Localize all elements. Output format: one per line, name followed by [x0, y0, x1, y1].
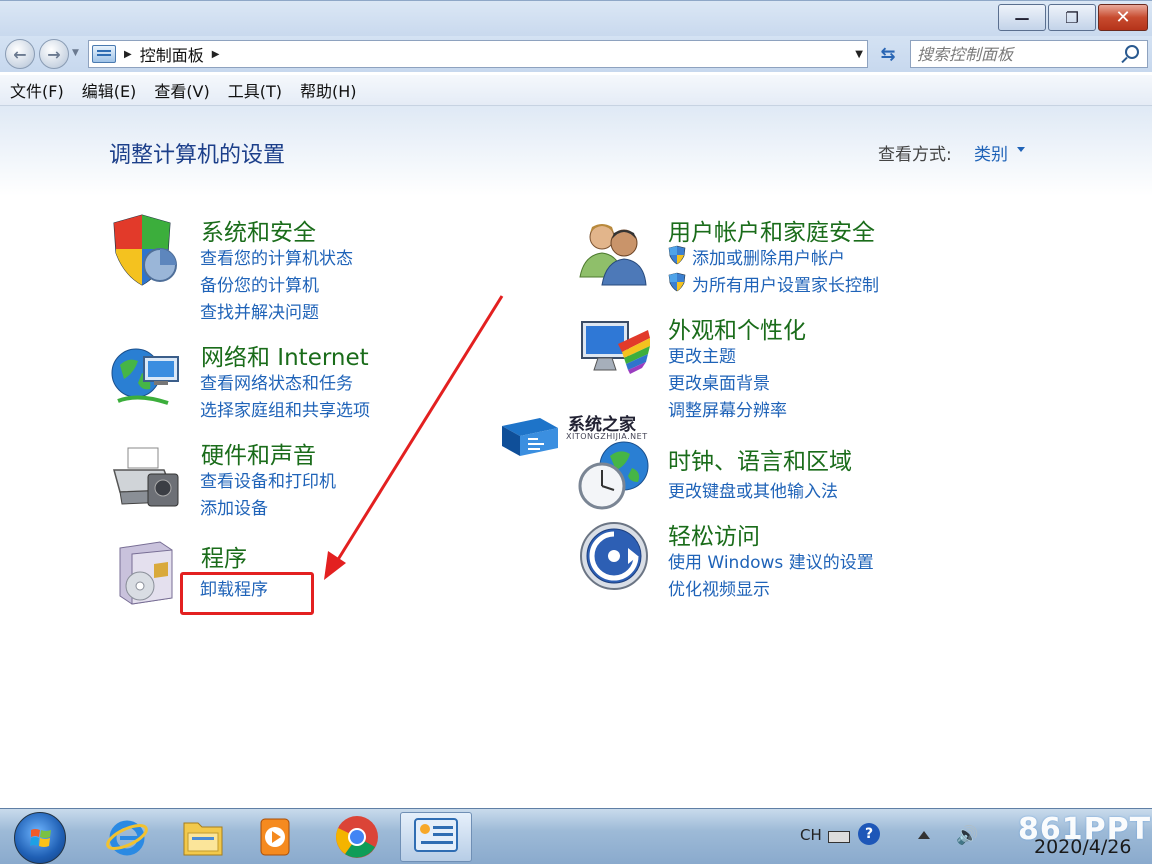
- search-box: [910, 40, 1148, 68]
- link-screen-resolution[interactable]: 调整屏幕分辨率: [668, 396, 787, 421]
- link-change-keyboard[interactable]: 更改键盘或其他输入法: [668, 477, 838, 502]
- back-button[interactable]: ←: [5, 39, 35, 69]
- link-add-device[interactable]: 添加设备: [200, 494, 268, 519]
- link-backup-computer[interactable]: 备份您的计算机: [200, 271, 319, 296]
- show-hidden-icons-icon[interactable]: [918, 831, 930, 839]
- window-controls: — ❐ ✕: [996, 4, 1148, 31]
- menu-file[interactable]: 文件(F): [10, 78, 64, 102]
- menu-bar: 文件(F) 编辑(E) 查看(V) 工具(T) 帮助(H): [0, 75, 1152, 106]
- back-arrow-icon: ←: [13, 44, 27, 64]
- link-optimize-video-display[interactable]: 优化视频显示: [668, 575, 770, 600]
- menu-view[interactable]: 查看(V): [154, 78, 209, 102]
- taskbar: CH ? 🔊: [0, 808, 1152, 864]
- page-title: 调整计算机的设置: [109, 143, 286, 168]
- uac-shield-icon: [668, 272, 686, 292]
- category-system-security[interactable]: 系统和安全: [201, 213, 316, 247]
- minimize-button[interactable]: —: [998, 4, 1046, 31]
- link-network-status[interactable]: 查看网络状态和任务: [200, 369, 353, 394]
- start-button[interactable]: [14, 812, 66, 864]
- programs-icon[interactable]: [110, 538, 180, 608]
- link-change-background[interactable]: 更改桌面背景: [668, 369, 770, 394]
- title-bar: — ❐ ✕: [0, 0, 1152, 36]
- refresh-button[interactable]: ⇆: [871, 40, 905, 68]
- windows-logo-icon: [30, 829, 51, 847]
- shield-icon[interactable]: [108, 213, 184, 289]
- breadcrumb-arrow-icon[interactable]: ▶: [212, 49, 220, 60]
- control-panel-icon: [414, 818, 458, 852]
- menu-help[interactable]: 帮助(H): [300, 78, 357, 102]
- media-player-icon: [260, 818, 290, 856]
- brand-watermark: 861PPT: [1018, 812, 1152, 847]
- network-globe-icon[interactable]: [108, 343, 184, 413]
- users-icon[interactable]: [576, 215, 652, 287]
- view-by-caret-icon[interactable]: [1017, 147, 1025, 152]
- recent-pages-dropdown-icon[interactable]: ▼: [72, 48, 79, 58]
- menu-edit[interactable]: 编辑(E): [82, 78, 137, 102]
- search-input[interactable]: [917, 42, 1117, 66]
- link-add-remove-accounts-label: 添加或删除用户帐户: [692, 249, 845, 269]
- refresh-icon: ⇆: [880, 43, 896, 65]
- menu-tools[interactable]: 工具(T): [228, 78, 282, 102]
- category-ease-of-access[interactable]: 轻松访问: [668, 517, 760, 551]
- ease-of-access-icon[interactable]: [578, 520, 650, 592]
- address-dropdown-icon[interactable]: ▼: [855, 49, 863, 60]
- link-view-computer-status[interactable]: 查看您的计算机状态: [200, 244, 353, 269]
- minimize-icon: —: [1014, 8, 1030, 27]
- monitor-palette-icon[interactable]: [578, 316, 654, 384]
- category-clock-language-region[interactable]: 时钟、语言和区域: [668, 442, 852, 476]
- restore-button[interactable]: ❐: [1048, 4, 1096, 31]
- volume-icon[interactable]: 🔊: [956, 825, 978, 846]
- chrome-icon: [336, 816, 378, 858]
- close-button[interactable]: ✕: [1098, 4, 1148, 31]
- link-add-remove-accounts[interactable]: 添加或删除用户帐户: [668, 244, 845, 269]
- category-appearance[interactable]: 外观和个性化: [668, 311, 806, 345]
- link-devices-printers[interactable]: 查看设备和打印机: [200, 467, 336, 492]
- annotation-highlight-box: [180, 572, 314, 615]
- category-network-internet[interactable]: 网络和 Internet: [201, 338, 369, 372]
- taskbar-internet-explorer[interactable]: [96, 812, 158, 862]
- search-icon[interactable]: [1125, 45, 1139, 59]
- link-troubleshoot[interactable]: 查找并解决问题: [200, 298, 319, 323]
- link-homegroup-sharing[interactable]: 选择家庭组和共享选项: [200, 396, 370, 421]
- link-parental-controls[interactable]: 为所有用户设置家长控制: [668, 271, 879, 296]
- link-parental-controls-label: 为所有用户设置家长控制: [692, 276, 879, 296]
- control-panel-icon: [92, 45, 116, 63]
- taskbar-media-player[interactable]: [244, 812, 306, 862]
- keyboard-icon[interactable]: [828, 831, 850, 843]
- watermark-domain: XITONGZHIJIA.NET: [566, 432, 648, 441]
- file-explorer-icon: [183, 822, 223, 856]
- restore-icon: ❐: [1065, 8, 1079, 27]
- breadcrumb-control-panel[interactable]: 控制面板: [140, 42, 204, 66]
- internet-explorer-icon: [106, 820, 148, 856]
- taskbar-chrome[interactable]: [326, 812, 388, 862]
- forward-button[interactable]: →: [39, 39, 69, 69]
- category-programs[interactable]: 程序: [201, 539, 247, 573]
- address-row: ← → ▼ ▶ 控制面板 ▶ ▼ ⇆: [0, 36, 1152, 72]
- input-language-indicator[interactable]: CH: [800, 826, 822, 844]
- view-by-label: 查看方式:: [878, 145, 952, 165]
- taskbar-control-panel[interactable]: [400, 812, 472, 862]
- help-icon[interactable]: ?: [858, 823, 880, 845]
- breadcrumb-arrow-icon[interactable]: ▶: [124, 49, 132, 60]
- taskbar-file-explorer[interactable]: [172, 812, 234, 862]
- forward-arrow-icon: →: [47, 44, 61, 64]
- close-icon: ✕: [1115, 7, 1131, 28]
- category-hardware-sound[interactable]: 硬件和声音: [201, 436, 316, 470]
- view-by-dropdown[interactable]: 类别: [974, 140, 1008, 165]
- printer-icon[interactable]: [108, 444, 184, 514]
- category-user-accounts[interactable]: 用户帐户和家庭安全: [668, 213, 875, 247]
- address-bar[interactable]: ▶ 控制面板 ▶ ▼: [88, 40, 868, 68]
- uac-shield-icon: [668, 245, 686, 265]
- link-change-theme[interactable]: 更改主题: [668, 342, 736, 367]
- link-windows-suggested-settings[interactable]: 使用 Windows 建议的设置: [668, 548, 874, 573]
